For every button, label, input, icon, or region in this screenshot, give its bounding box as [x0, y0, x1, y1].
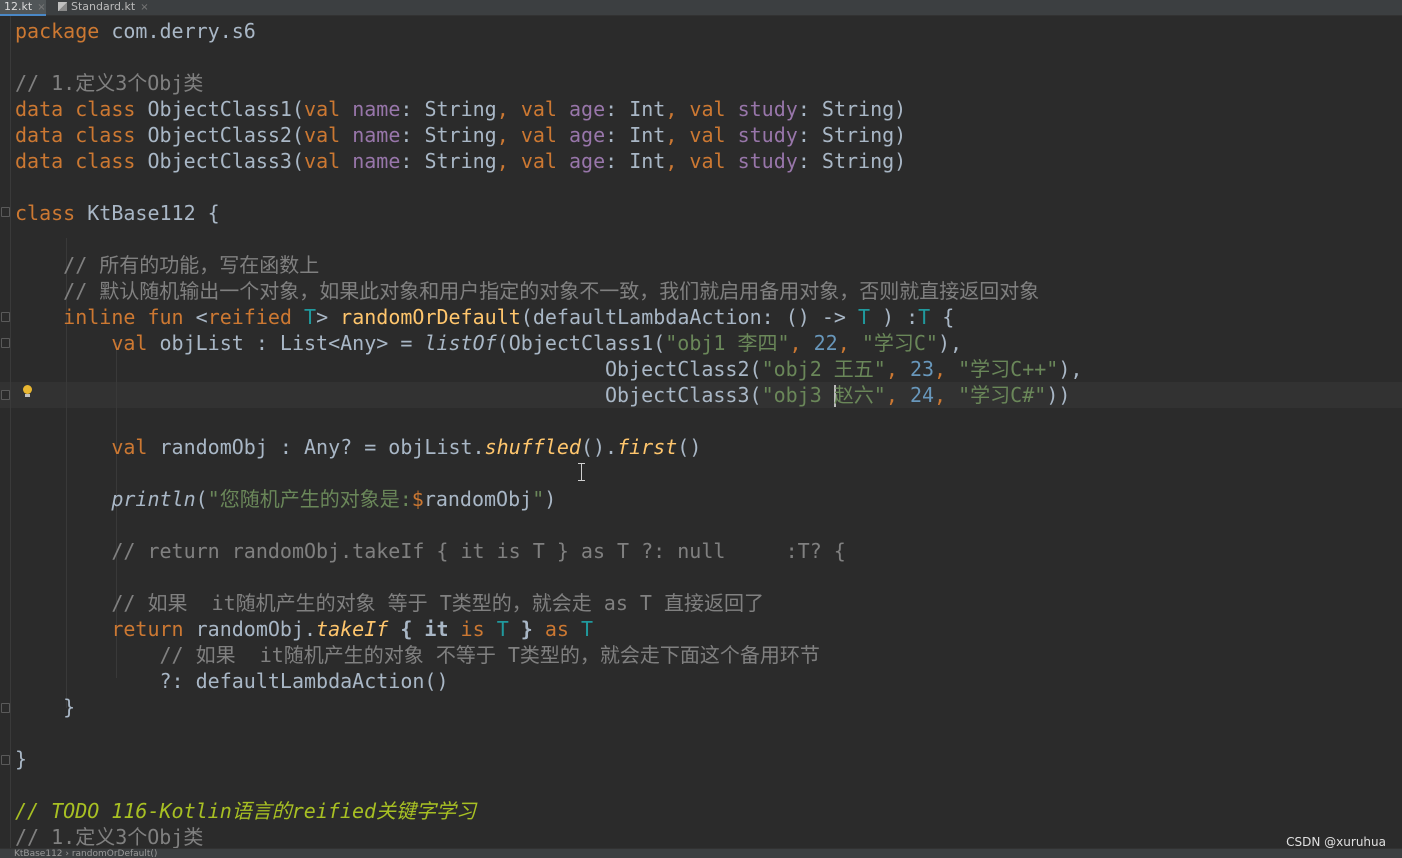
code-line-comment: // 如果 it随机产生的对象 等于 T类型的，就会走 as T 直接返回了: [111, 591, 764, 615]
code-editor[interactable]: package com.derry.s6 // 1.定义3个Obj类 data …: [0, 16, 1402, 848]
code-line-data-class: data class ObjectClass2(val name: String…: [15, 123, 907, 147]
fold-marker-icon[interactable]: [1, 338, 10, 348]
watermark-text: CSDN @xuruhua: [1286, 835, 1386, 849]
close-icon[interactable]: ×: [37, 2, 45, 13]
code-line-objlist-current: ObjectClass3("obj3 赵六", 24, "学习C#")): [605, 383, 1071, 407]
kotlin-file-icon: [58, 2, 67, 11]
tab-12-kt[interactable]: 12.kt ×: [0, 0, 46, 16]
code-line-objlist: val objList : List<Any> = listOf(ObjectC…: [111, 331, 963, 355]
fold-marker-icon[interactable]: [1, 312, 10, 322]
code-line-elvis: ?: defaultLambdaAction(): [159, 669, 449, 693]
code-line-comment: // 默认随机输出一个对象，如果此对象和用户指定的对象不一致，我们就启用备用对象…: [63, 279, 1040, 303]
fold-marker-icon[interactable]: [1, 703, 10, 713]
breadcrumb-bar: KtBase112 › randomOrDefault(): [0, 848, 1402, 858]
code-line-comment: // 1.定义3个Obj类: [15, 825, 204, 848]
code-line-return: return randomObj.takeIf { it is T } as T: [111, 617, 594, 641]
fold-marker-icon[interactable]: [1, 755, 10, 765]
tab-label: Standard.kt: [71, 0, 136, 13]
mouse-ibeam-cursor-icon: [577, 463, 586, 481]
code-line-println: println("您随机产生的对象是:$randomObj"): [111, 487, 557, 511]
code-line-randomobj: val randomObj : Any? = objList.shuffled(…: [111, 435, 702, 459]
gutter-separator: [10, 16, 11, 848]
code-line-close-brace: }: [63, 695, 76, 719]
fold-marker-icon[interactable]: [1, 390, 10, 400]
code-line-comment: // 1.定义3个Obj类: [15, 71, 204, 95]
code-line-comment: // 如果 it随机产生的对象 不等于 T类型的，就会走下面这个备用环节: [159, 643, 820, 667]
code-line-class-decl: class KtBase112 {: [15, 201, 220, 225]
code-line-package: package com.derry.s6: [15, 19, 256, 43]
code-line-objlist: ObjectClass2("obj2 王五", 23, "学习C++"),: [605, 357, 1083, 381]
close-icon[interactable]: ×: [140, 2, 148, 13]
tab-standard-kt[interactable]: Standard.kt ×: [54, 0, 155, 16]
fold-marker-icon[interactable]: [1, 207, 10, 217]
code-line-comment: // return randomObj.takeIf { it is T } a…: [111, 539, 846, 563]
code-line-data-class: data class ObjectClass3(val name: String…: [15, 149, 907, 173]
code-line-close-brace: }: [15, 747, 28, 771]
code-line-fun-decl: inline fun <reified T> randomOrDefault(d…: [63, 305, 955, 329]
code-line-comment: // 所有的功能，写在函数上: [63, 253, 320, 277]
tab-label: 12.kt: [4, 0, 33, 13]
breadcrumb[interactable]: KtBase112 › randomOrDefault(): [14, 849, 157, 858]
editor-tab-bar: 12.kt × Standard.kt ×: [0, 0, 1402, 16]
code-line-todo: // TODO 116-Kotlin语言的reified关键字学习: [15, 799, 477, 823]
code-line-data-class: data class ObjectClass1(val name: String…: [15, 97, 907, 121]
